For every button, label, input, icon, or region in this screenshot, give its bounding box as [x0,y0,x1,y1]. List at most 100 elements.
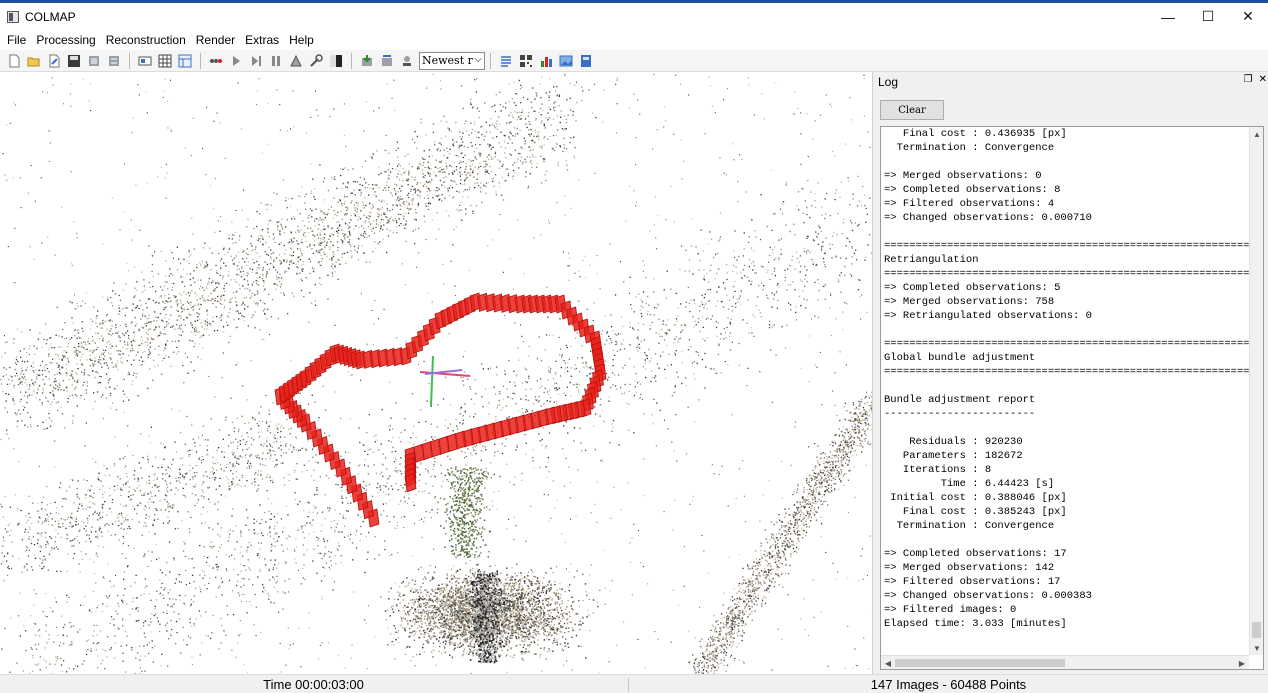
log-line: Parameters : 182672 [884,450,1023,462]
pause-button[interactable] [267,52,285,70]
point-cloud-canvas[interactable] [0,72,872,674]
title-bar: COLMAP — ☐ ✕ [0,0,1268,30]
log-line: Final cost : 0.385243 [px] [884,506,1067,518]
render-options-button[interactable] [358,52,376,70]
feature-matching-icon [158,54,172,67]
menu-help[interactable]: Help [284,31,319,49]
scroll-thumb[interactable] [1252,622,1261,638]
menu-reconstruction[interactable]: Reconstruction [101,31,191,49]
log-line: => Completed observations: 17 [884,548,1067,560]
statistics-button[interactable] [537,52,555,70]
grab-image-button[interactable] [398,52,416,70]
log-line: => Retriangulated observations: 0 [884,310,1092,322]
movie-button[interactable] [577,52,595,70]
log-line: Elapsed time: 3.033 [minutes] [884,618,1067,630]
log-line: => Completed observations: 5 [884,282,1061,294]
log-output[interactable]: Final cost : 0.436935 [px] Termination :… [880,126,1264,670]
screenshot-icon [559,55,573,66]
open-project-icon [27,57,40,66]
log-line: ========================================… [884,366,1250,378]
log-line: Iterations : 8 [884,464,992,476]
start-reconstruction-icon [210,58,222,63]
save-project-icon [68,54,80,67]
log-line: Termination : Convergence [884,520,1055,532]
log-line: Initial cost : 0.388046 [px] [884,492,1067,504]
menu-bar: File Processing Reconstruction Render Ex… [0,30,1268,50]
log-line: Bundle adjustment report [884,394,1036,406]
log-line: Residuals : 920230 [884,436,1023,448]
vertical-scrollbar[interactable]: ▲ ▼ [1249,127,1263,655]
play-icon [233,55,240,66]
step-button[interactable] [247,52,265,70]
reset-view-button[interactable] [378,52,396,70]
log-button[interactable] [497,52,515,70]
reconstruction-3d-view[interactable] [0,72,872,674]
new-project-icon [9,54,20,67]
log-line: => Merged observations: 0 [884,170,1042,182]
import-button[interactable] [85,52,103,70]
log-line: => Changed observations: 0.000383 [884,590,1092,602]
start-reconstruction-button[interactable] [207,52,225,70]
minimize-button[interactable]: — [1148,3,1188,30]
edit-project-icon [49,54,60,67]
save-project-button[interactable] [65,52,83,70]
menu-processing[interactable]: Processing [31,31,100,49]
feature-extraction-button[interactable] [136,52,154,70]
float-panel-icon[interactable]: ❐ [1244,74,1253,85]
maximize-icon: ☐ [1201,8,1215,24]
bundle-adjustment-icon [290,54,302,66]
step-icon [252,55,261,66]
render-options-icon [362,54,372,66]
screenshot-button[interactable] [557,52,575,70]
camera-frustums [274,292,607,528]
scroll-right-icon[interactable]: ▶ [1235,656,1249,669]
clear-log-button[interactable]: Clear [880,100,944,120]
log-panel-title: Log [878,75,899,89]
log-line: => Filtered observations: 17 [884,576,1061,588]
window-title: COLMAP [25,9,76,24]
scroll-thumb[interactable] [895,659,1065,667]
horizontal-scrollbar[interactable]: ◀ ▶ [881,655,1249,669]
log-line: Termination : Convergence [884,142,1055,154]
pause-icon [272,55,280,66]
close-icon: ✕ [1242,8,1254,24]
play-button[interactable] [227,52,245,70]
menu-extras[interactable]: Extras [240,31,284,49]
log-icon [501,55,511,67]
edit-project-button[interactable] [45,52,63,70]
reset-view-icon [382,54,392,66]
feature-matching-button[interactable] [156,52,174,70]
close-panel-icon[interactable]: ✕ [1259,74,1267,85]
log-line: Global bundle adjustment [884,352,1036,364]
reconstruction-select[interactable]: Newest r ⌵ [419,51,485,70]
database-button[interactable] [176,52,194,70]
scroll-left-icon[interactable]: ◀ [881,656,895,669]
toolbar-separator [351,52,352,69]
chevron-down-icon: ⌵ [474,53,482,65]
scroll-down-icon[interactable]: ▼ [1250,641,1263,655]
match-matrix-button[interactable] [517,52,535,70]
menu-file[interactable]: File [2,31,31,49]
toolbar-separator [490,52,491,69]
log-line: => Merged observations: 758 [884,296,1055,308]
menu-render[interactable]: Render [191,31,240,49]
tools-button[interactable] [307,52,325,70]
toolbar-separator [200,52,201,69]
export-button[interactable] [105,52,123,70]
dense-button[interactable] [327,52,345,70]
open-project-button[interactable] [25,52,43,70]
bundle-adjustment-button[interactable] [287,52,305,70]
maximize-button[interactable]: ☐ [1188,3,1228,30]
log-panel: Log ❐ ✕ Clear Final cost : 0.436935 [px]… [872,72,1268,674]
feature-extraction-icon [138,56,152,65]
new-project-button[interactable] [5,52,23,70]
scroll-up-icon[interactable]: ▲ [1250,127,1263,141]
close-button[interactable]: ✕ [1228,3,1268,30]
log-line: Time : 6.44423 [s] [884,478,1055,490]
import-icon [89,55,99,66]
log-line: ========================================… [884,338,1250,350]
